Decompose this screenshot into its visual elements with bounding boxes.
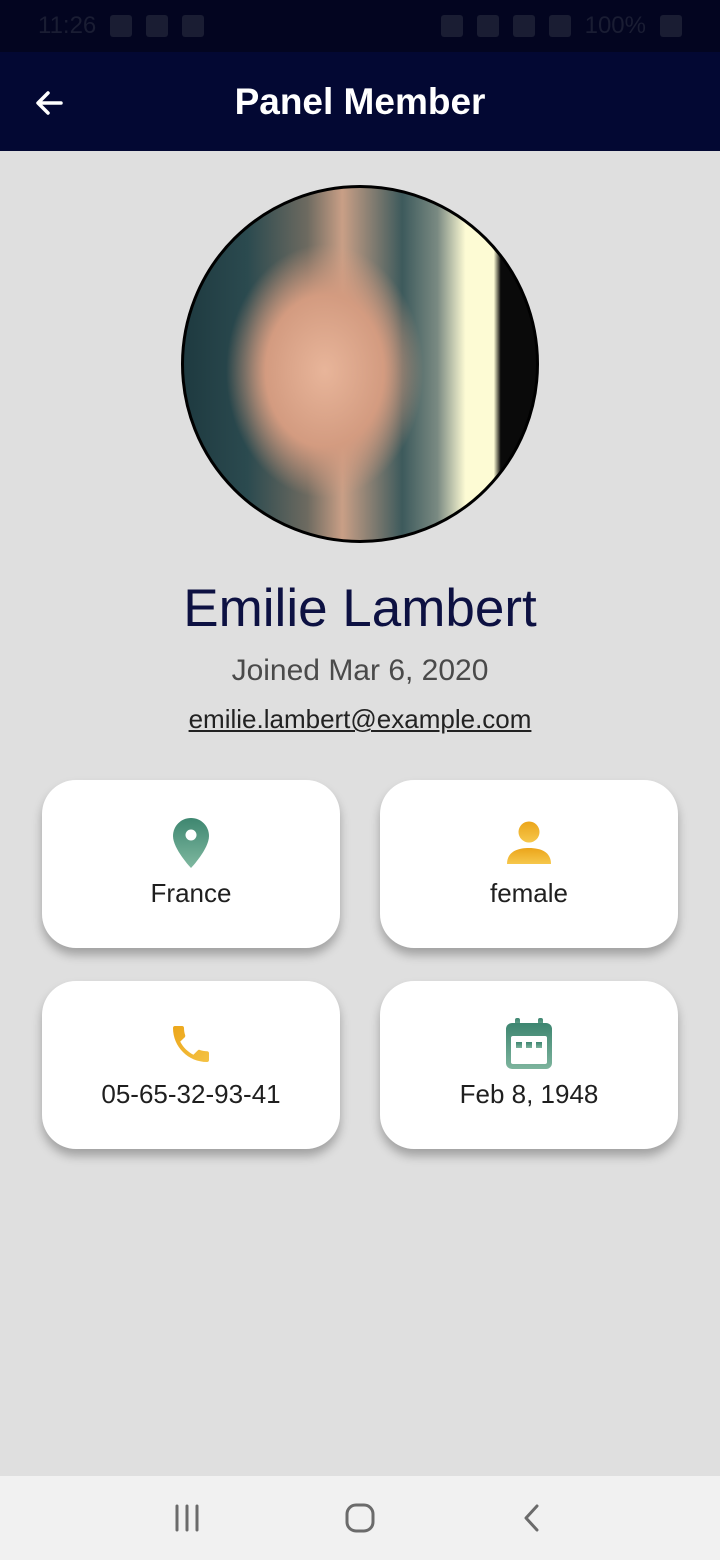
calendar-icon bbox=[505, 1017, 553, 1071]
birth-date-card: Feb 8, 1948 bbox=[380, 981, 678, 1149]
phone-card: 05-65-32-93-41 bbox=[42, 981, 340, 1149]
status-time: 11:26 bbox=[38, 12, 97, 39]
avatar bbox=[181, 185, 539, 543]
file-notification-icon bbox=[182, 15, 205, 37]
recent-apps-icon bbox=[175, 1504, 199, 1532]
signal-icon bbox=[548, 15, 571, 37]
status-bar: 11:26 100% bbox=[0, 0, 720, 52]
app-bar: Panel Member bbox=[0, 52, 720, 151]
home-icon bbox=[345, 1503, 375, 1533]
gallery-notification-icon bbox=[110, 15, 133, 37]
battery-percent: 100% bbox=[584, 12, 646, 39]
home-button[interactable] bbox=[330, 1488, 390, 1548]
country-label: France bbox=[150, 878, 232, 908]
status-left: 11:26 bbox=[38, 12, 205, 40]
shield-notification-icon bbox=[146, 15, 169, 37]
joined-date: Joined Mar 6, 2020 bbox=[231, 654, 489, 687]
alarm-icon bbox=[440, 15, 463, 37]
system-nav-bar bbox=[0, 1476, 720, 1560]
location-pin-icon bbox=[172, 816, 210, 870]
arrow-left-icon bbox=[36, 91, 63, 115]
gender-label: female bbox=[489, 878, 569, 908]
mute-icon bbox=[476, 15, 499, 37]
gender-card: female bbox=[380, 780, 678, 948]
back-button[interactable] bbox=[22, 76, 76, 130]
phone-label: 05-65-32-93-41 bbox=[101, 1079, 281, 1109]
page-title: Panel Member bbox=[234, 80, 486, 122]
battery-icon bbox=[660, 15, 682, 37]
chevron-left-icon bbox=[524, 1504, 539, 1532]
email-link[interactable]: emilie.lambert@example.com bbox=[0, 704, 720, 735]
back-nav-button[interactable] bbox=[503, 1488, 563, 1548]
wifi-icon bbox=[512, 15, 535, 37]
birth-date-label: Feb 8, 1948 bbox=[459, 1079, 599, 1109]
status-right: 100% bbox=[440, 12, 682, 40]
country-card: France bbox=[42, 780, 340, 948]
recent-apps-button[interactable] bbox=[157, 1488, 217, 1548]
person-icon bbox=[506, 816, 552, 870]
phone-icon bbox=[167, 1017, 215, 1071]
member-name: Emilie Lambert bbox=[183, 579, 537, 638]
